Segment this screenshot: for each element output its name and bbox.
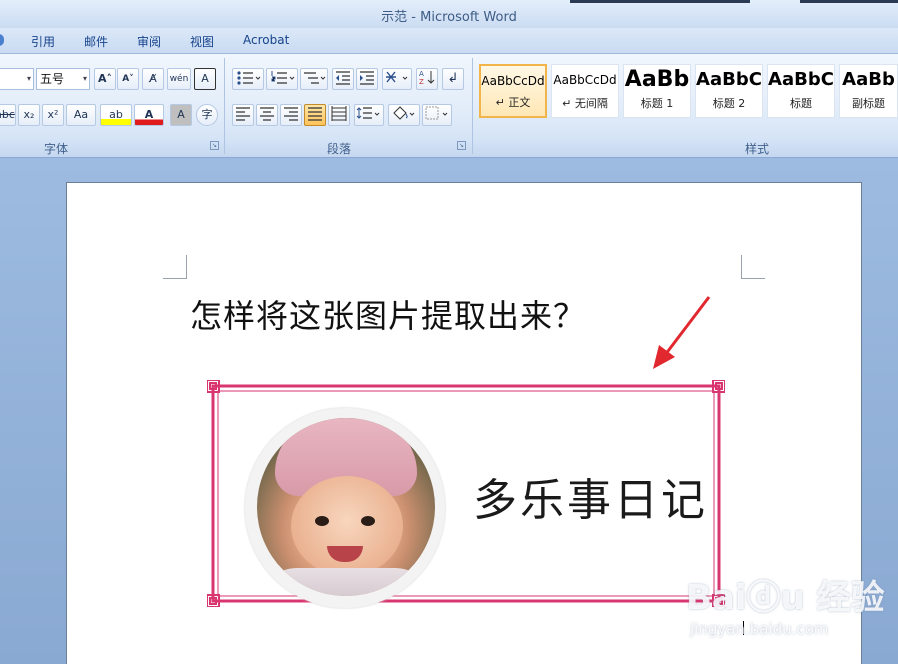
tab-view[interactable]: 视图 bbox=[190, 33, 214, 50]
picture-caption-text: 多乐事日记 bbox=[473, 475, 708, 526]
baidu-watermark: Baiⓓu 经验 jingyan.baidu.com bbox=[686, 566, 886, 642]
numbering-button[interactable] bbox=[266, 68, 298, 90]
enclose-character-button[interactable]: 字 bbox=[196, 104, 218, 126]
phonetic-guide-button[interactable]: wén bbox=[167, 68, 191, 90]
group-divider bbox=[472, 58, 473, 154]
ribbon: ▾ 五号▾ A˄ A˅ A̸ wén A abc x₂ x² Aa ab A A… bbox=[0, 54, 898, 158]
style-title[interactable]: AaBbC 标题 bbox=[767, 64, 835, 118]
baby-eye bbox=[361, 516, 375, 526]
ribbon-tab-row: 引用 邮件 审阅 视图 Acrobat bbox=[0, 28, 898, 54]
increase-indent-icon bbox=[360, 71, 374, 85]
baby-shoulder bbox=[257, 568, 435, 596]
align-left-button[interactable] bbox=[232, 104, 254, 126]
baby-eye bbox=[315, 516, 329, 526]
distributed-button[interactable] bbox=[328, 104, 350, 126]
tab-acrobat[interactable]: Acrobat bbox=[243, 33, 289, 47]
embedded-picture[interactable]: 多乐事日记 bbox=[207, 380, 725, 608]
style-heading-1[interactable]: AaBb 标题 1 bbox=[623, 64, 691, 118]
tab-references[interactable]: 引用 bbox=[31, 33, 55, 50]
align-right-button[interactable] bbox=[280, 104, 302, 126]
svg-text:A: A bbox=[419, 70, 424, 78]
show-marks-button[interactable]: ↲ bbox=[442, 68, 464, 90]
sort-icon: AZ bbox=[419, 70, 435, 86]
superscript-button[interactable]: x² bbox=[42, 104, 64, 126]
pilcrow-icon: ↲ bbox=[447, 71, 459, 86]
document-heading-text[interactable]: 怎样将这张图片提取出来？ bbox=[190, 291, 586, 337]
character-shading-button[interactable]: A bbox=[170, 104, 192, 126]
paragraph-group-label: 段落 bbox=[327, 142, 352, 156]
distributed-icon bbox=[331, 106, 347, 122]
grow-font-button[interactable]: A˄ bbox=[94, 68, 116, 90]
borders-icon bbox=[425, 106, 448, 120]
align-center-icon bbox=[260, 107, 274, 121]
baidu-logo-icon: Baiⓓu 经验 bbox=[686, 578, 885, 618]
style-heading-2[interactable]: AaBbC 标题 2 bbox=[695, 64, 763, 118]
decrease-indent-button[interactable] bbox=[332, 68, 354, 90]
margin-corner-mark bbox=[741, 255, 765, 279]
subscript-button[interactable]: x₂ bbox=[18, 104, 40, 126]
line-spacing-icon bbox=[356, 107, 380, 119]
decrease-indent-icon bbox=[336, 71, 350, 85]
style-no-spacing[interactable]: AaBbCcDd ↵ 无间隔 bbox=[551, 64, 619, 118]
tab-mailings[interactable]: 邮件 bbox=[84, 33, 108, 50]
window-title: 示范 - Microsoft Word bbox=[381, 10, 517, 25]
styles-group-label: 样式 bbox=[745, 142, 770, 156]
group-divider bbox=[224, 58, 225, 154]
sort-button[interactable]: AZ bbox=[416, 68, 438, 90]
justify-icon bbox=[308, 107, 322, 121]
chinese-layout-icon bbox=[386, 71, 408, 83]
multilevel-list-button[interactable] bbox=[300, 68, 328, 90]
borders-button[interactable] bbox=[422, 104, 452, 126]
font-dialog-launcher-icon[interactable]: ↘ bbox=[210, 141, 219, 150]
align-center-button[interactable] bbox=[256, 104, 278, 126]
baby-photo bbox=[257, 418, 435, 596]
title-bar-decoration bbox=[570, 0, 750, 3]
character-border-button[interactable]: A bbox=[194, 68, 216, 90]
clear-format-button[interactable]: A̸ bbox=[142, 68, 164, 90]
office-button-edge[interactable] bbox=[0, 34, 4, 46]
align-right-icon bbox=[284, 107, 298, 121]
title-bar: 示范 - Microsoft Word bbox=[0, 0, 898, 28]
title-bar-decoration bbox=[800, 0, 898, 3]
font-name-box[interactable]: ▾ bbox=[0, 68, 34, 90]
font-group-label: 字体 bbox=[44, 142, 69, 156]
shrink-font-button[interactable]: A˅ bbox=[117, 68, 139, 90]
style-normal[interactable]: AaBbCcDd ↵ 正文 bbox=[479, 64, 547, 118]
red-arrow-icon bbox=[653, 296, 711, 369]
bullets-icon bbox=[237, 71, 261, 85]
strikethrough-button[interactable]: abc bbox=[0, 104, 16, 126]
shading-button[interactable] bbox=[388, 104, 420, 126]
change-case-button[interactable]: Aa bbox=[66, 104, 96, 126]
text-highlight-button[interactable]: ab bbox=[100, 104, 132, 126]
multilevel-list-icon bbox=[304, 72, 326, 84]
style-subtitle[interactable]: AaBb 副标题 bbox=[839, 64, 898, 118]
paint-bucket-icon bbox=[393, 106, 415, 120]
chinese-layout-button[interactable] bbox=[382, 68, 412, 90]
margin-corner-mark bbox=[163, 255, 187, 279]
line-spacing-button[interactable] bbox=[354, 104, 384, 126]
watermark-url: jingyan.baidu.com bbox=[690, 620, 829, 638]
paragraph-dialog-launcher-icon[interactable]: ↘ bbox=[457, 141, 466, 150]
bullets-button[interactable] bbox=[232, 68, 264, 90]
font-size-box[interactable]: 五号 ▾ bbox=[36, 68, 90, 90]
font-size-value: 五号 bbox=[40, 72, 65, 86]
font-color-button[interactable]: A bbox=[134, 104, 164, 126]
increase-indent-button[interactable] bbox=[356, 68, 378, 90]
numbering-icon bbox=[271, 71, 295, 84]
svg-text:Z: Z bbox=[419, 78, 424, 85]
align-left-icon bbox=[236, 107, 250, 121]
tab-review[interactable]: 审阅 bbox=[137, 33, 161, 50]
justify-button[interactable] bbox=[304, 104, 326, 126]
baby-photo-ring bbox=[245, 408, 445, 608]
